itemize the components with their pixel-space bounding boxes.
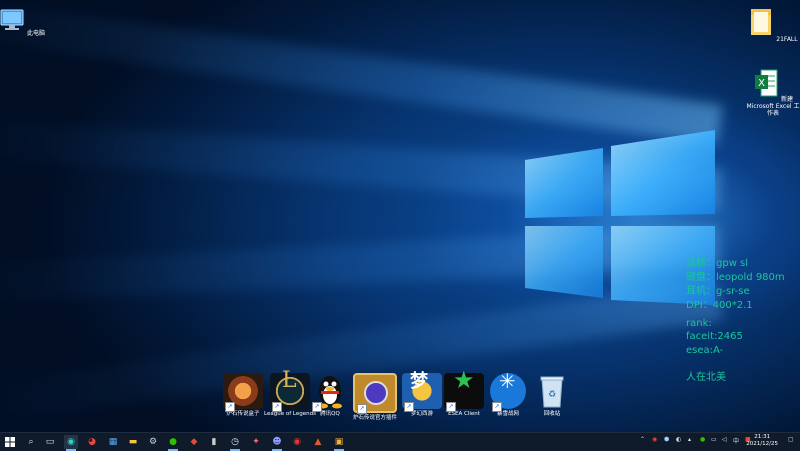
clock-app-icon: ◷	[231, 437, 239, 447]
taskbar-wechat[interactable]: ●	[166, 435, 180, 451]
overlay-location: 人在北美	[686, 372, 726, 383]
recycle-bin-shortcut[interactable]: ♻ 回收站	[526, 373, 578, 418]
esea-icon: ★ ↗	[444, 369, 484, 412]
folder-icon	[751, 9, 772, 35]
shortcut-arrow-icon: ↗	[272, 402, 282, 412]
overlay-headset: 耳机：g-sr-se	[686, 286, 750, 297]
overlay-esea: esea:A-	[686, 345, 724, 356]
app-icon: ▮	[211, 437, 217, 447]
folder-icon: ▬	[128, 437, 138, 447]
taskbar: ⌕ ▭ ◉ ◕ ▦ ▬ ⚙ ● ◆ ▮ ◷ ✦ ☻ ◉ ▲ ▣ ⌃ ◉ ⬢ ◐ …	[0, 432, 800, 451]
taskbar-netease-music[interactable]: ◉	[290, 435, 304, 449]
taskbar-discord[interactable]: ☻	[270, 435, 284, 451]
task-view-button[interactable]: ▭	[43, 435, 57, 449]
svg-text:X: X	[758, 78, 765, 89]
taskbar-explorer[interactable]: ▬	[126, 435, 140, 449]
search-icon: ⌕	[28, 437, 34, 447]
dock-label: 炉石传说官方插件	[352, 415, 397, 421]
taskbar-app[interactable]: ▮	[207, 435, 221, 449]
dock-label: 回收站	[543, 411, 561, 417]
qq-penguin-icon: ↗	[310, 373, 350, 412]
hearthstone-plugin-icon: ↗	[353, 373, 397, 414]
app-icon: ▲	[314, 437, 322, 447]
tray-app-icon[interactable]: ◉	[652, 436, 657, 443]
search-button[interactable]: ⌕	[24, 435, 38, 449]
app-icon: ◆	[190, 437, 198, 447]
shortcut-arrow-icon: ↗	[446, 402, 456, 412]
volume-icon[interactable]: ◁	[722, 436, 727, 443]
shortcut-arrow-icon: ↗	[312, 402, 322, 412]
taskbar-edge[interactable]: ◉	[64, 435, 78, 451]
overlay-dpi: DPI：400*2.1	[686, 300, 753, 311]
tray-app-icon[interactable]: ◐	[676, 436, 681, 443]
recycle-bin-icon: ♻	[532, 373, 572, 409]
ime-icon[interactable]: 中	[733, 436, 739, 445]
hearthstone-plugin-shortcut[interactable]: ↗ 炉石传说官方插件	[349, 373, 401, 422]
excel-desktop-icon[interactable]: X 新建 Microsoft Excel 工作表	[745, 68, 800, 117]
dock-label: 梦幻西游	[410, 411, 433, 417]
overlay-rank: rank:	[686, 318, 712, 329]
clock-time: 21:31	[754, 434, 771, 440]
this-pc-label: 此电脑	[26, 30, 45, 37]
mhxy-icon: 梦 ↗	[402, 373, 442, 412]
network-icon[interactable]: ▭	[711, 436, 717, 443]
light-beam	[0, 0, 723, 145]
start-button[interactable]	[3, 435, 17, 449]
discord-icon: ☻	[272, 437, 282, 447]
shortcut-arrow-icon: ↗	[225, 402, 235, 412]
clock-date: 2021/12/25	[746, 441, 778, 447]
shortcut-arrow-icon: ↗	[492, 402, 502, 412]
overlay-mouse: 鼠标：gpw sl	[686, 258, 749, 269]
tray-app-icon[interactable]: ▴	[688, 436, 691, 443]
taskbar-app[interactable]: ▲	[311, 435, 325, 449]
excel-icon: X	[755, 69, 778, 97]
this-pc-desktop-icon[interactable]: 此电脑	[0, 8, 50, 37]
taskbar-app[interactable]: ▣	[332, 435, 346, 451]
battlenet-icon: ✳ ↗	[490, 372, 526, 412]
hearthstone-box-shortcut[interactable]: ↗ 炉石传说盒子	[217, 373, 269, 418]
shortcut-arrow-icon: ↗	[357, 404, 367, 414]
windows-start-icon	[5, 437, 15, 447]
wechat-icon: ●	[169, 437, 177, 447]
svg-text:♻: ♻	[548, 390, 556, 400]
tray-chevron-icon[interactable]: ⌃	[640, 436, 645, 443]
tray-wechat-icon[interactable]: ●	[700, 436, 705, 443]
taskbar-clock[interactable]: 21:31 2021/12/25	[746, 434, 778, 448]
overlay-keyboard: 键盘：leopold 980m	[686, 272, 785, 283]
notification-icon[interactable]: ▢	[788, 436, 794, 443]
store-icon: ▦	[108, 437, 118, 447]
tray-app-icon[interactable]: ⬢	[664, 436, 669, 443]
taskbar-app[interactable]: ◆	[187, 435, 201, 449]
taskbar-steam[interactable]: ⚙	[146, 435, 160, 449]
hearthstone-box-icon: ↗	[223, 373, 263, 412]
music-icon: ◉	[293, 437, 301, 447]
steam-icon: ⚙	[148, 437, 158, 447]
desktop: 此电脑 21FALL X 新建 Microsoft Excel 工作表 鼠标：g…	[0, 0, 800, 432]
taskbar-store[interactable]: ▦	[106, 435, 120, 449]
chrome-icon: ◕	[88, 437, 96, 447]
taskbar-clock-app[interactable]: ◷	[228, 435, 242, 451]
edge-icon: ◉	[67, 437, 75, 447]
shortcut-arrow-icon: ↗	[404, 402, 414, 412]
folder-label: 21FALL	[776, 36, 798, 43]
app-icon: ▣	[334, 437, 344, 447]
folder-desktop-icon[interactable]: 21FALL	[745, 6, 800, 43]
overlay-faceit: faceit:2465	[686, 331, 743, 342]
taskbar-chrome[interactable]: ◕	[85, 435, 99, 449]
monitor-icon	[0, 9, 24, 30]
dock-label: 腾讯QQ	[320, 411, 340, 417]
excel-label: 新建 Microsoft Excel 工作表	[746, 96, 800, 117]
app-icon: ✦	[252, 437, 260, 447]
task-view-icon: ▭	[45, 437, 55, 447]
taskbar-app[interactable]: ✦	[249, 435, 263, 449]
